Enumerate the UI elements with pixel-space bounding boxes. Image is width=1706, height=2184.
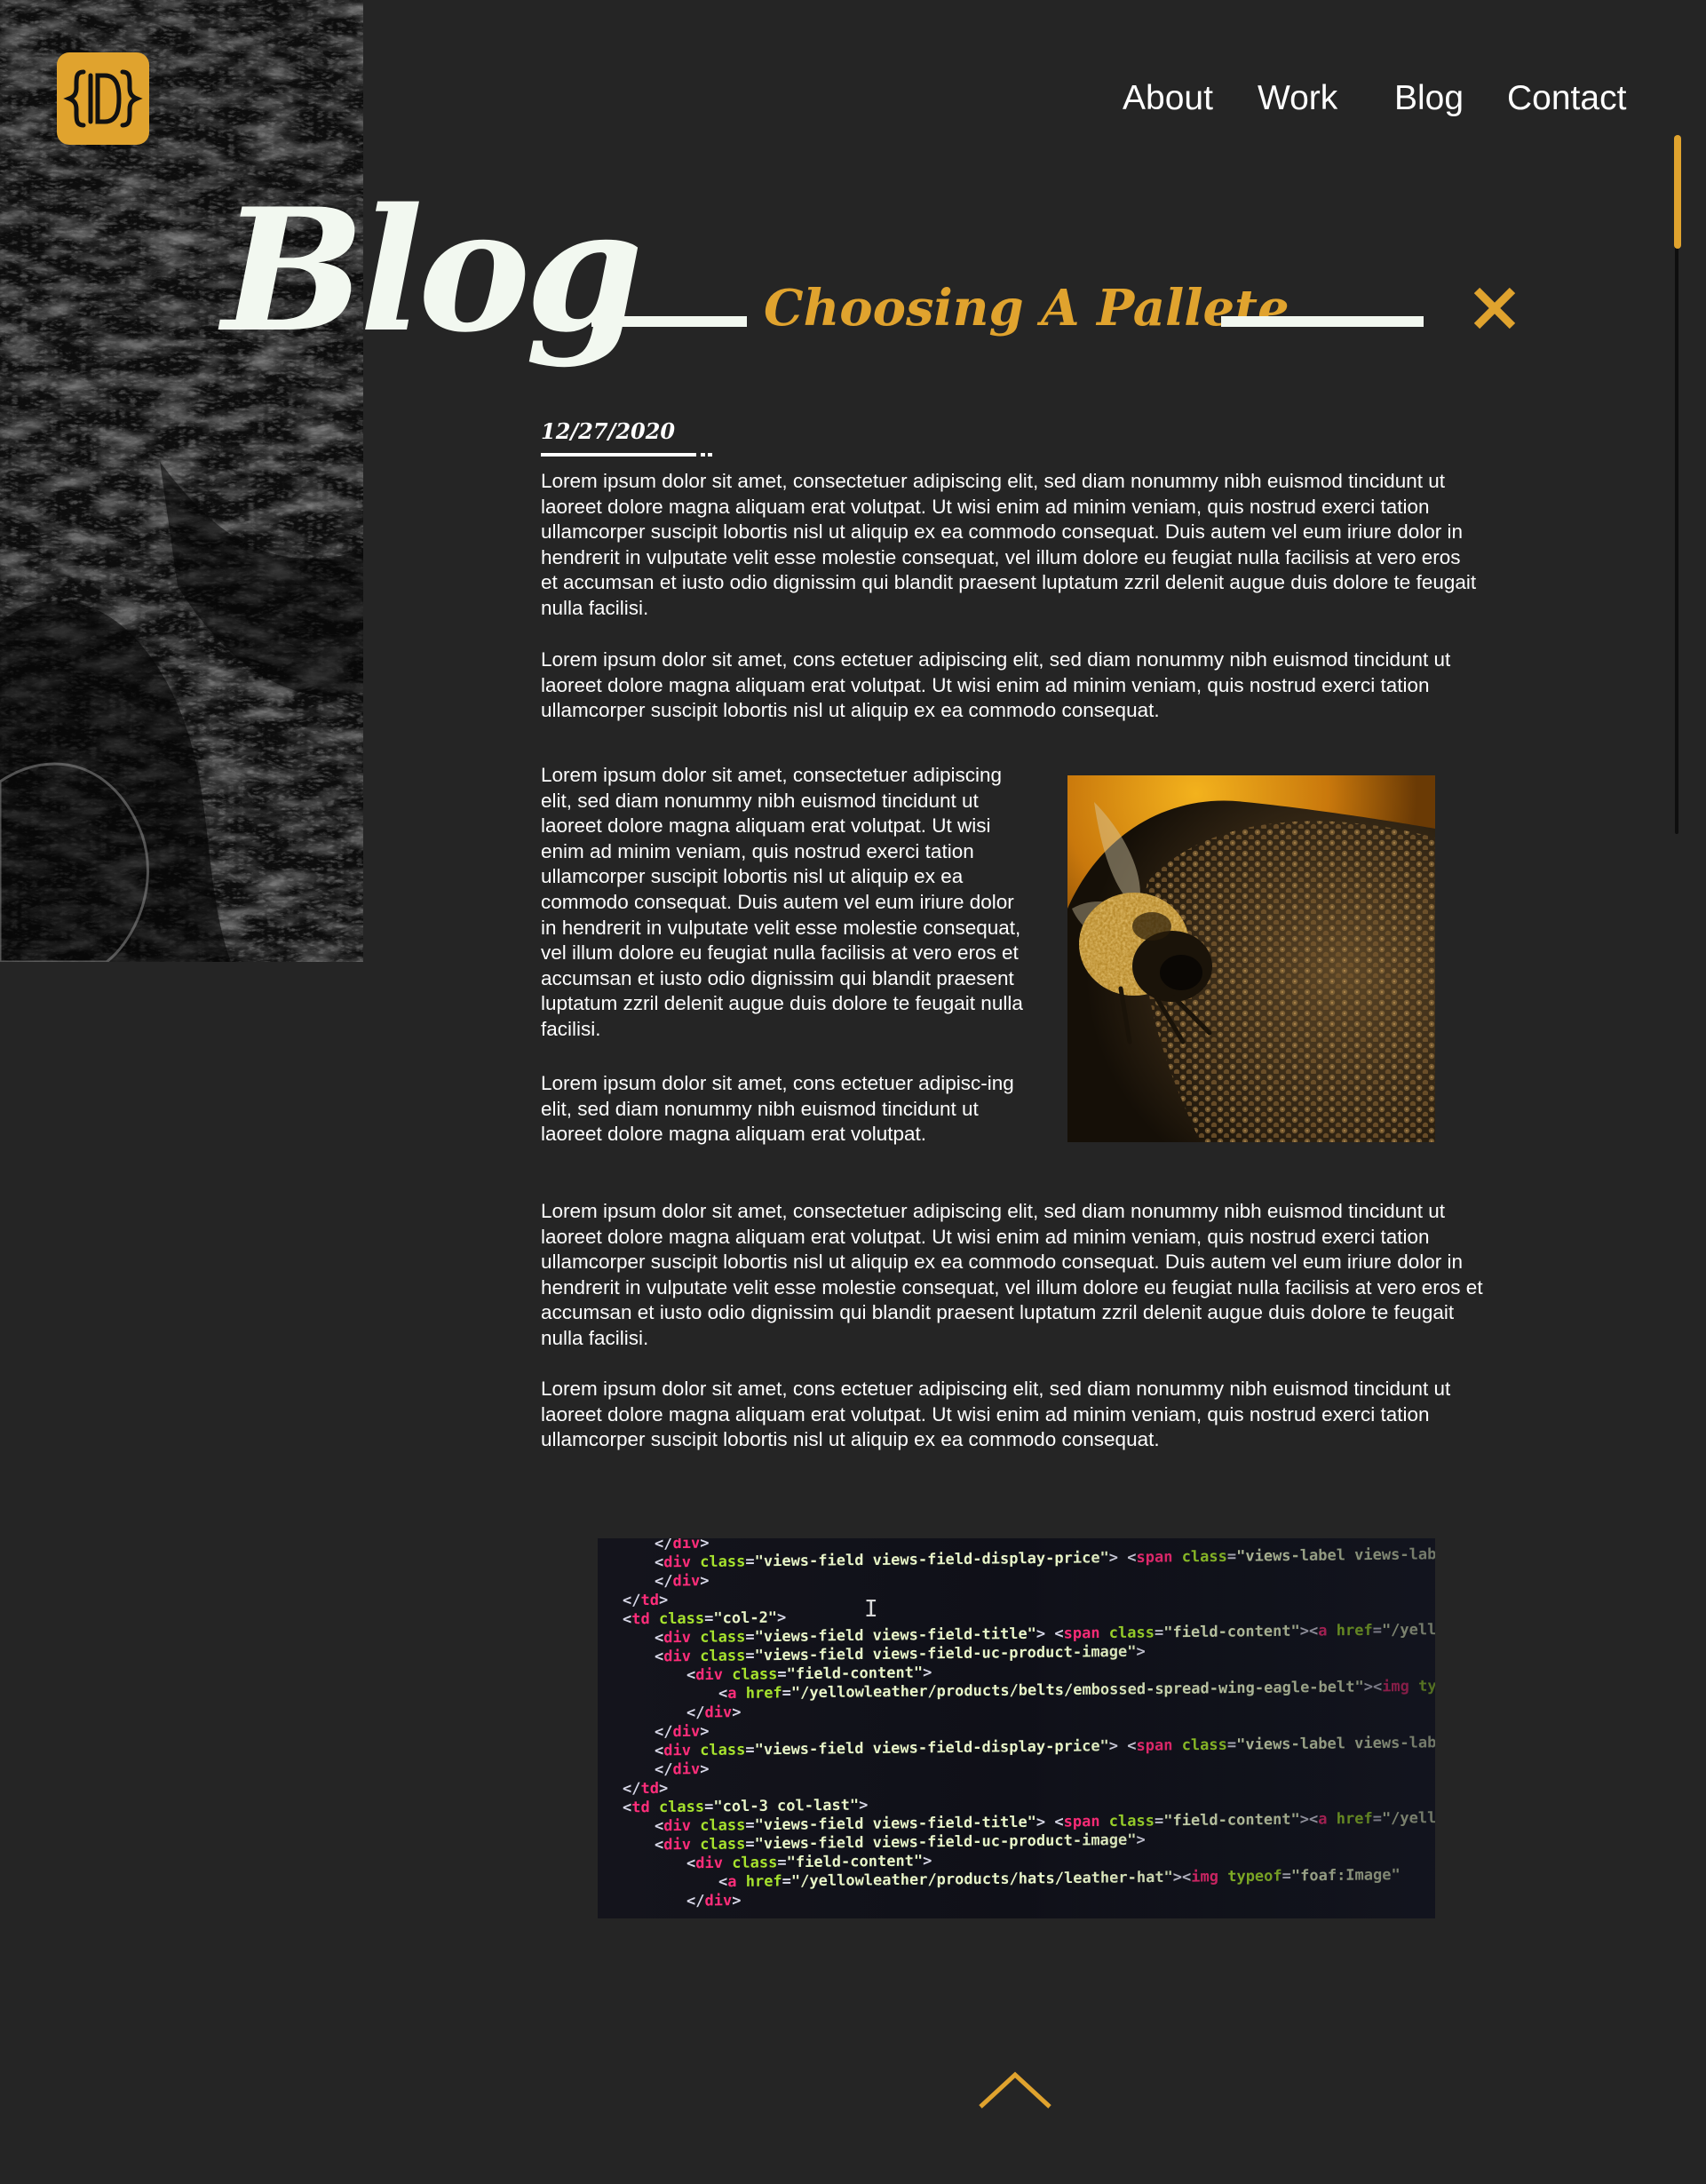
site-logo[interactable] xyxy=(57,52,149,145)
post-title: Choosing A Pallete xyxy=(764,279,1289,338)
nav-link-about[interactable]: About xyxy=(1123,76,1213,121)
title-divider-left xyxy=(591,316,747,327)
post-paragraph: Lorem ipsum dolor sit amet, consectetuer… xyxy=(541,1200,1483,1349)
chevron-up-icon xyxy=(979,2071,1051,2109)
nav-link-work[interactable]: Work xyxy=(1258,76,1337,121)
nav-link-contact[interactable]: Contact xyxy=(1507,76,1626,121)
post-paragraph: Lorem ipsum dolor sit amet, cons ectetue… xyxy=(541,648,1451,722)
logo-icon xyxy=(57,52,149,145)
post-paragraph: Lorem ipsum dolor sit amet, consectetuer… xyxy=(541,470,1477,619)
main-nav: About Work Blog Contact xyxy=(1092,76,1626,121)
post-paragraph: Lorem ipsum dolor sit amet, cons ectetue… xyxy=(541,1378,1451,1451)
post-paragraph: Lorem ipsum dolor sit amet, cons ectetue… xyxy=(541,1072,1014,1146)
date-underline-dot xyxy=(701,453,705,457)
close-button[interactable] xyxy=(1470,283,1520,333)
page-title: Blog xyxy=(222,171,643,369)
side-texture-image xyxy=(0,0,363,962)
post-date: 12/27/2020 xyxy=(541,418,676,444)
title-divider-right xyxy=(1221,316,1424,327)
nav-link-blog[interactable]: Blog xyxy=(1394,76,1464,121)
svg-text:I: I xyxy=(864,1596,878,1623)
code-screenshot-image: </div><div class="views-field views-fiel… xyxy=(598,1538,1435,1918)
date-underline-dot xyxy=(708,453,712,457)
scrollbar-thumb[interactable] xyxy=(1674,135,1681,249)
post-paragraph: Lorem ipsum dolor sit amet, consectetuer… xyxy=(541,764,1023,1040)
back-to-top-button[interactable] xyxy=(977,2069,1053,2114)
close-icon xyxy=(1473,287,1516,330)
date-underline xyxy=(541,453,696,457)
bee-sunflower-image xyxy=(1067,775,1435,1142)
